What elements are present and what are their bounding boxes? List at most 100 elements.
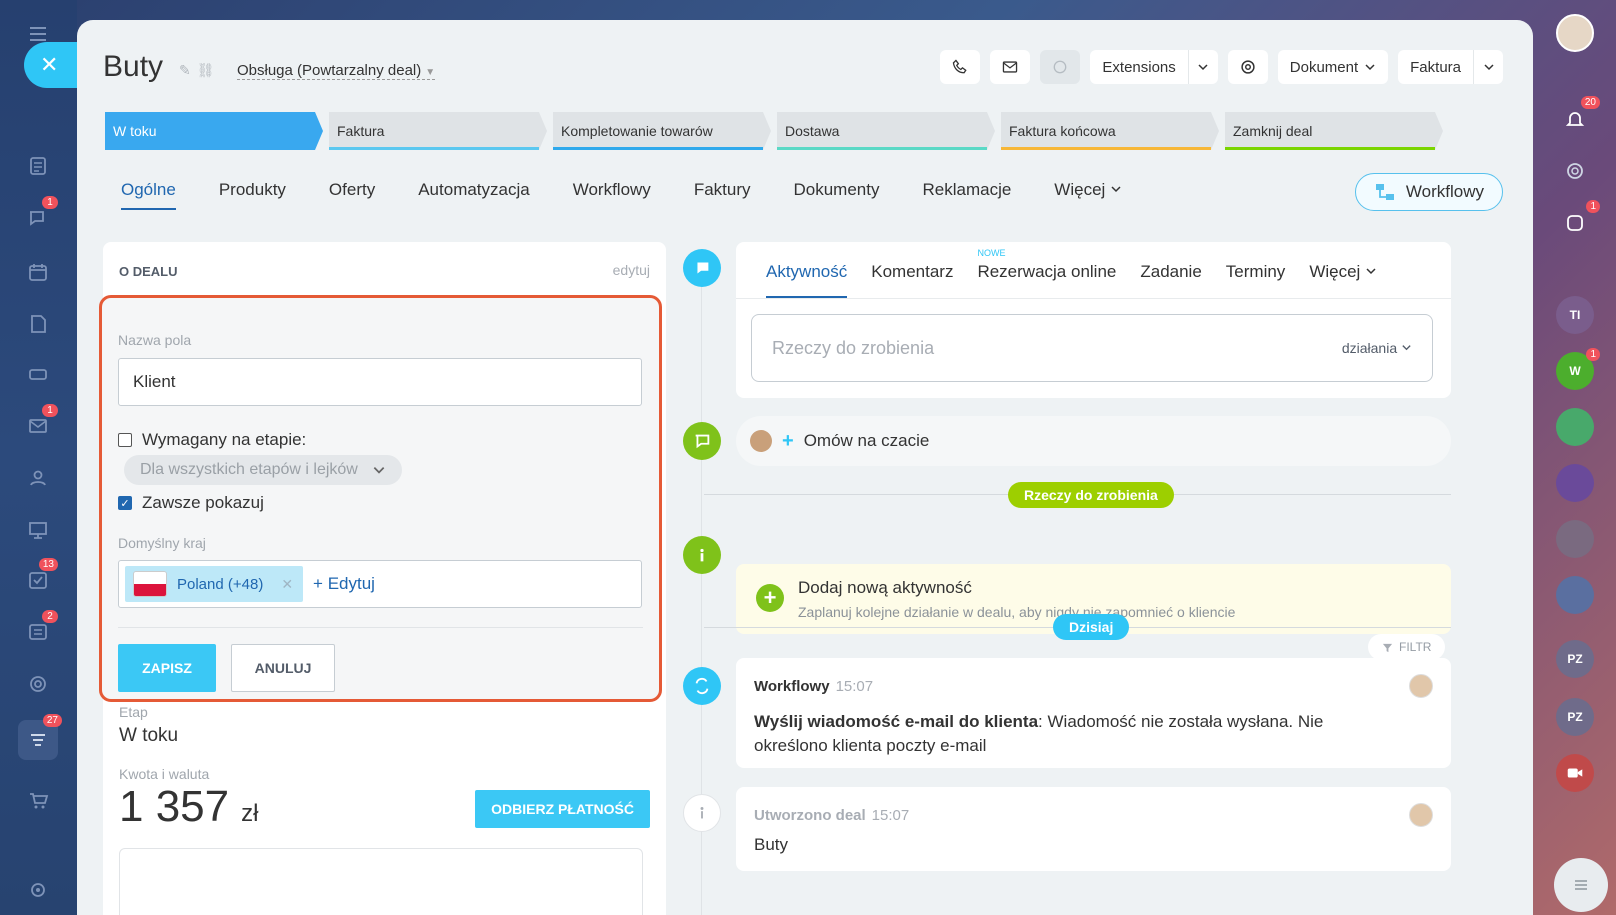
messenger-button[interactable]: [1040, 50, 1081, 84]
chat-icon[interactable]: 1: [22, 196, 58, 234]
tab-offers[interactable]: Oferty: [329, 180, 375, 210]
target-icon[interactable]: [22, 668, 54, 700]
mail-icon[interactable]: 1: [22, 404, 58, 442]
tab-workflows[interactable]: Workflowy: [573, 180, 651, 210]
avatar-pz[interactable]: PZ: [1556, 698, 1594, 736]
notifications-icon[interactable]: 20: [1556, 96, 1600, 138]
tab-products[interactable]: Produkty: [219, 180, 286, 210]
sync-icon[interactable]: [1556, 152, 1594, 190]
pipeline-label: Obsługa (Powtarzalny deal): [237, 62, 422, 79]
workflows-button[interactable]: Workflowy: [1354, 173, 1503, 211]
stage-invoice[interactable]: Faktura: [329, 112, 547, 150]
deal-panel: Buty ✎ ⛓ Obsługa (Powtarzalny deal) ▼ Ext…: [77, 20, 1533, 915]
document-dropdown[interactable]: Dokument: [1277, 50, 1389, 84]
cancel-button[interactable]: ANULUJ: [231, 644, 335, 692]
tab-more[interactable]: Więcej: [1054, 180, 1122, 210]
updates-icon[interactable]: 1: [1556, 200, 1600, 242]
settings-button[interactable]: [1227, 50, 1268, 84]
tab-more[interactable]: Więcej: [1309, 262, 1377, 298]
tab-documents[interactable]: Dokumenty: [794, 180, 880, 210]
stage-in-progress[interactable]: W toku: [105, 112, 323, 150]
workflow-icon: [1375, 184, 1394, 200]
amount-value: 1 357 zł: [119, 782, 259, 831]
stage-select[interactable]: Dla wszystkich etapów i lejków: [124, 455, 402, 485]
stage-final-invoice[interactable]: Faktura końcowa: [1001, 112, 1219, 150]
settings-icon[interactable]: [22, 874, 54, 906]
chat-avatar[interactable]: [1556, 464, 1594, 502]
tab-activity[interactable]: Aktywność: [766, 262, 848, 298]
chat-avatar[interactable]: [1556, 408, 1594, 446]
deal-created-card: Utworzono deal 15:07 Buty: [736, 787, 1451, 871]
edit-card-link[interactable]: edytuj: [613, 262, 650, 278]
always-show-row: ✓ Zawsze pokazuj: [118, 493, 264, 513]
user-avatar: [1409, 674, 1433, 698]
app-sidebar: 1 1 13 2 27: [0, 0, 77, 915]
tab-comment[interactable]: Komentarz: [871, 262, 953, 298]
default-country-label: Domyślny kraj: [118, 535, 206, 551]
save-button[interactable]: ZAPISZ: [118, 644, 216, 692]
tab-invoices[interactable]: Faktury: [694, 180, 751, 210]
edit-country-link[interactable]: + Edytuj: [313, 574, 375, 594]
shop-icon[interactable]: [22, 784, 54, 816]
chevron-down-icon: [1473, 50, 1503, 84]
link-icon[interactable]: ⛓: [197, 62, 215, 79]
chat-avatar[interactable]: [1556, 520, 1594, 558]
tab-online-booking[interactable]: NOWE Rezerwacja online: [977, 248, 1116, 298]
chevron-down-icon: [1365, 64, 1375, 71]
mail-badge: 1: [42, 404, 58, 417]
divider: [736, 298, 1451, 299]
feed-icon[interactable]: [22, 150, 54, 182]
remove-tag-icon[interactable]: ✕: [281, 576, 293, 593]
notifications-badge: 20: [1580, 96, 1600, 109]
plus-icon: +: [782, 429, 794, 452]
edit-title-icon[interactable]: ✎: [179, 62, 191, 79]
stage-close-deal[interactable]: Zamknij deal: [1225, 112, 1443, 150]
crm-badge: 27: [42, 714, 62, 727]
avatar-pz[interactable]: PZ: [1556, 640, 1594, 678]
stage-label: Etap: [119, 704, 148, 720]
open-chat-button[interactable]: [1554, 858, 1608, 912]
documents-icon[interactable]: [22, 308, 54, 340]
tasks-icon[interactable]: 13: [22, 558, 58, 596]
call-button[interactable]: [940, 50, 981, 84]
filter-icon: [1382, 643, 1393, 652]
workflow-event-card: Workflowy 15:07 Wyślij wiadomość e-mail d…: [736, 658, 1451, 768]
avatar-w[interactable]: W 1: [1556, 348, 1600, 390]
stage-delivery[interactable]: Dostawa: [777, 112, 995, 150]
info-gray-icon: [683, 794, 721, 832]
contacts-icon[interactable]: [22, 462, 54, 494]
todo-input[interactable]: Rzeczy do zrobienia działania: [751, 314, 1433, 382]
tab-task[interactable]: Zadanie: [1140, 262, 1201, 298]
extensions-dropdown[interactable]: Extensions: [1090, 50, 1218, 84]
board-icon[interactable]: [22, 514, 54, 546]
always-show-checkbox[interactable]: ✓: [118, 496, 132, 510]
actions-dropdown[interactable]: działania: [1342, 340, 1412, 356]
tab-deadlines[interactable]: Terminy: [1226, 262, 1286, 298]
video-icon[interactable]: [1556, 754, 1594, 792]
calendar-icon[interactable]: [22, 256, 54, 288]
chevron-down-icon: ▼: [425, 67, 436, 78]
new-badge: NOWE: [977, 248, 1006, 258]
tab-general[interactable]: Ogólne: [121, 180, 176, 210]
pipeline-select[interactable]: Obsługa (Powtarzalny deal) ▼: [237, 62, 436, 80]
invoice-dropdown[interactable]: Faktura: [1398, 50, 1503, 84]
email-button[interactable]: [990, 50, 1031, 84]
default-country-field[interactable]: Poland (+48) ✕ + Edytuj: [118, 560, 642, 608]
drive-icon[interactable]: [22, 358, 54, 390]
chevron-down-icon: [1402, 345, 1411, 351]
reports-icon[interactable]: 2: [22, 610, 58, 648]
required-checkbox[interactable]: [118, 433, 132, 447]
stage-picking[interactable]: Kompletowanie towarów: [553, 112, 771, 150]
avatar-ti[interactable]: TI: [1556, 296, 1594, 334]
chat-avatar[interactable]: [1556, 576, 1594, 614]
field-name-input[interactable]: Klient: [118, 358, 642, 406]
tab-complaints[interactable]: Reklamacje: [922, 180, 1011, 210]
receive-payment-button[interactable]: ODBIERZ PŁATNOŚĆ: [475, 790, 650, 828]
user-avatar[interactable]: [1556, 14, 1594, 52]
discuss-in-chat-row[interactable]: + Omów na czacie: [736, 416, 1451, 466]
workflow-event-icon: [683, 667, 721, 705]
close-icon: ✕: [40, 52, 59, 77]
filter-button[interactable]: FILTR: [1368, 634, 1446, 660]
crm-icon[interactable]: 27: [18, 714, 62, 760]
tab-automation[interactable]: Automatyzacja: [418, 180, 530, 210]
